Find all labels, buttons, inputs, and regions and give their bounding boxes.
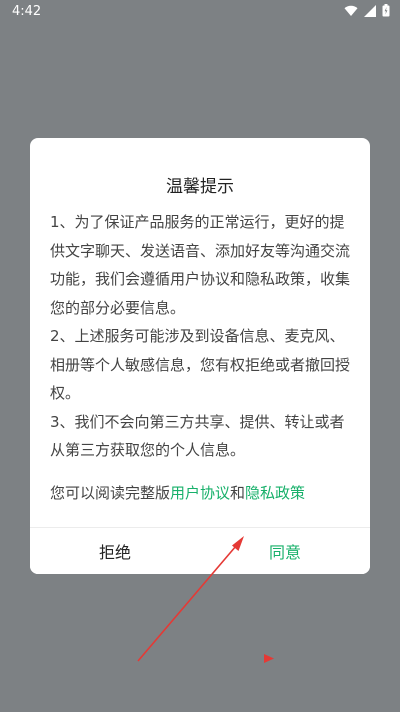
signal-icon	[364, 4, 376, 17]
wifi-icon	[344, 5, 358, 17]
status-icons	[344, 4, 390, 17]
dialog-paragraph-3: 3、我们不会向第三方共享、提供、转让或者从第三方获取您的个人信息。	[50, 412, 345, 460]
dialog-body: 1、为了保证产品服务的正常运行，更好的提供文字聊天、发送语音、添加好友等沟通交流…	[50, 208, 354, 465]
link-conjunction-text: 和	[230, 484, 246, 502]
status-time: 4:42	[12, 4, 42, 19]
privacy-policy-link[interactable]: 隐私政策	[245, 484, 305, 502]
dialog-title: 温馨提示	[166, 177, 234, 197]
decline-button[interactable]: 拒绝	[30, 528, 200, 574]
agree-button[interactable]: 同意	[200, 528, 370, 574]
annotation-marker-icon	[264, 654, 274, 663]
dialog-paragraph-1: 1、为了保证产品服务的正常运行，更好的提供文字聊天、发送语音、添加好友等沟通交流…	[50, 213, 351, 317]
policy-links-line: 您可以阅读完整版用户协议和隐私政策	[50, 482, 354, 503]
link-prefix-text: 您可以阅读完整版	[50, 484, 171, 502]
status-bar: 4:42	[0, 0, 400, 24]
privacy-dialog: 温馨提示 1、为了保证产品服务的正常运行，更好的提供文字聊天、发送语音、添加好友…	[30, 138, 370, 574]
battery-charging-icon	[382, 4, 390, 17]
user-agreement-link[interactable]: 用户协议	[170, 484, 230, 502]
dialog-paragraph-2: 2、上述服务可能涉及到设备信息、麦克风、相册等个人敏感信息，您有权拒绝或者撤回授…	[50, 327, 351, 402]
